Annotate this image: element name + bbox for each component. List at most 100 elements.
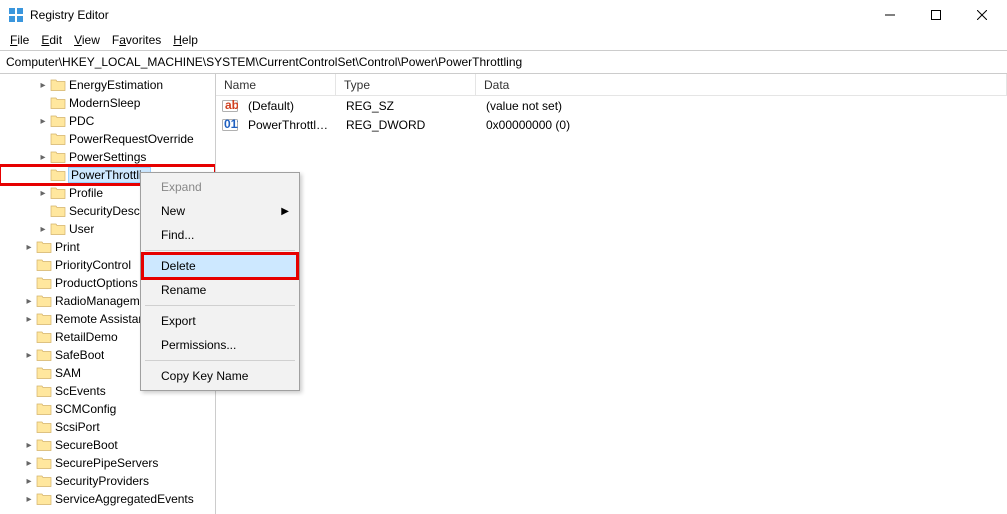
chevron-right-icon[interactable]: ▸ — [22, 440, 36, 451]
window-title: Registry Editor — [30, 8, 867, 22]
tree-item-scsiport[interactable]: ScsiPort — [0, 418, 215, 436]
tree-item-label: SafeBoot — [55, 348, 104, 362]
folder-icon — [36, 383, 52, 399]
context-menu: Expand New▶ Find... Delete Rename Export Permi… — [140, 172, 300, 391]
menu-view[interactable]: View — [68, 31, 106, 49]
tree-item-scmconfig[interactable]: SCMConfig — [0, 400, 215, 418]
context-menu-permissions[interactable]: Permissions... — [143, 333, 297, 357]
menu-edit[interactable]: Edit — [35, 31, 68, 49]
tree-item-label: Print — [55, 240, 80, 254]
context-menu-rename[interactable]: Rename — [143, 278, 297, 302]
folder-icon — [36, 401, 52, 417]
value-data: 0x00000000 (0) — [478, 118, 1007, 132]
column-type[interactable]: Type — [336, 74, 476, 95]
tree-item-powerrequestoverride[interactable]: PowerRequestOverride — [0, 130, 215, 148]
tree-item-label: SecureBoot — [55, 438, 118, 452]
tree-item-label: ScEvents — [55, 384, 106, 398]
tree-item-label: ServiceAggregatedEvents — [55, 492, 194, 506]
context-menu-export[interactable]: Export — [143, 309, 297, 333]
menu-item-label: Permissions... — [161, 338, 236, 352]
chevron-right-icon[interactable]: ▸ — [36, 116, 50, 127]
chevron-right-icon[interactable]: ▸ — [22, 314, 36, 325]
folder-icon — [36, 275, 52, 291]
tree-item-label: PowerThrottlin — [69, 168, 150, 182]
chevron-right-icon[interactable]: ▸ — [22, 296, 36, 307]
close-button[interactable] — [959, 0, 1005, 30]
tree-item-label: SecurePipeServers — [55, 456, 158, 470]
folder-icon — [50, 95, 66, 111]
value-type: REG_DWORD — [338, 118, 478, 132]
menu-file[interactable]: File — [4, 31, 35, 49]
chevron-right-icon[interactable]: ▸ — [22, 494, 36, 505]
value-row[interactable]: (Default)REG_SZ(value not set) — [216, 96, 1007, 115]
folder-icon — [50, 113, 66, 129]
tree-item-label: SecurityProviders — [55, 474, 149, 488]
tree-item-label: PowerRequestOverride — [69, 132, 194, 146]
value-data: (value not set) — [478, 99, 1007, 113]
value-type: REG_SZ — [338, 99, 478, 113]
column-data[interactable]: Data — [476, 74, 1007, 95]
tree-item-modernsleep[interactable]: ModernSleep — [0, 94, 215, 112]
values-header: Name Type Data — [216, 74, 1007, 96]
value-row[interactable]: PowerThrottling...REG_DWORD0x00000000 (0… — [216, 115, 1007, 134]
tree-item-label: Profile — [69, 186, 103, 200]
tree-item-label: PriorityControl — [55, 258, 131, 272]
folder-icon — [36, 455, 52, 471]
context-menu-copykeyname[interactable]: Copy Key Name — [143, 364, 297, 388]
folder-icon — [50, 149, 66, 165]
context-menu-delete[interactable]: Delete — [143, 254, 297, 278]
menu-favorites[interactable]: Favorites — [106, 31, 167, 49]
folder-icon — [36, 311, 52, 327]
tree-item-pdc[interactable]: ▸ PDC — [0, 112, 215, 130]
string-value-icon — [222, 98, 238, 114]
tree-item-label: ProductOptions — [55, 276, 138, 290]
folder-icon — [36, 365, 52, 381]
tree-item-label: PDC — [69, 114, 94, 128]
column-name[interactable]: Name — [216, 74, 336, 95]
folder-icon — [50, 221, 66, 237]
menu-item-label: Delete — [161, 259, 196, 273]
menu-item-label: Rename — [161, 283, 206, 297]
tree-item-label: SCMConfig — [55, 402, 116, 416]
menu-separator — [145, 360, 295, 361]
maximize-button[interactable] — [913, 0, 959, 30]
tree-item-serviceaggregatedevents[interactable]: ▸ ServiceAggregatedEvents — [0, 490, 215, 508]
chevron-right-icon: ▶ — [281, 206, 289, 217]
chevron-right-icon[interactable]: ▸ — [22, 242, 36, 253]
menu-separator — [145, 250, 295, 251]
chevron-right-icon[interactable]: ▸ — [36, 224, 50, 235]
menu-item-label: Find... — [161, 228, 194, 242]
folder-icon — [36, 329, 52, 345]
folder-icon — [50, 77, 66, 93]
menu-item-label: Copy Key Name — [161, 369, 248, 383]
minimize-button[interactable] — [867, 0, 913, 30]
context-menu-find[interactable]: Find... — [143, 223, 297, 247]
folder-icon — [36, 473, 52, 489]
tree-item-securepipeservers[interactable]: ▸ SecurePipeServers — [0, 454, 215, 472]
folder-icon — [50, 203, 66, 219]
menu-item-label: Export — [161, 314, 196, 328]
menu-help[interactable]: Help — [167, 31, 204, 49]
menu-item-label: Expand — [161, 180, 202, 194]
context-menu-new[interactable]: New▶ — [143, 199, 297, 223]
chevron-right-icon[interactable]: ▸ — [22, 476, 36, 487]
tree-item-securityproviders[interactable]: ▸ SecurityProviders — [0, 472, 215, 490]
folder-icon — [50, 185, 66, 201]
tree-item-label: SAM — [55, 366, 81, 380]
chevron-right-icon[interactable]: ▸ — [36, 80, 50, 91]
folder-icon — [36, 419, 52, 435]
values-list[interactable]: Name Type Data (Default)REG_SZ(value not… — [216, 74, 1007, 514]
chevron-right-icon[interactable]: ▸ — [22, 458, 36, 469]
chevron-right-icon[interactable]: ▸ — [36, 188, 50, 199]
tree-item-secureboot[interactable]: ▸ SecureBoot — [0, 436, 215, 454]
address-bar[interactable]: Computer\HKEY_LOCAL_MACHINE\SYSTEM\Curre… — [0, 50, 1007, 74]
address-text: Computer\HKEY_LOCAL_MACHINE\SYSTEM\Curre… — [6, 55, 522, 69]
chevron-right-icon[interactable]: ▸ — [36, 152, 50, 163]
tree-item-label: ModernSleep — [69, 96, 140, 110]
folder-icon — [36, 347, 52, 363]
chevron-right-icon[interactable]: ▸ — [22, 350, 36, 361]
tree-item-label: PowerSettings — [69, 150, 146, 164]
tree-item-powersettings[interactable]: ▸ PowerSettings — [0, 148, 215, 166]
tree-item-energyestimation[interactable]: ▸EnergyEstimation — [0, 76, 215, 94]
folder-icon — [50, 131, 66, 147]
